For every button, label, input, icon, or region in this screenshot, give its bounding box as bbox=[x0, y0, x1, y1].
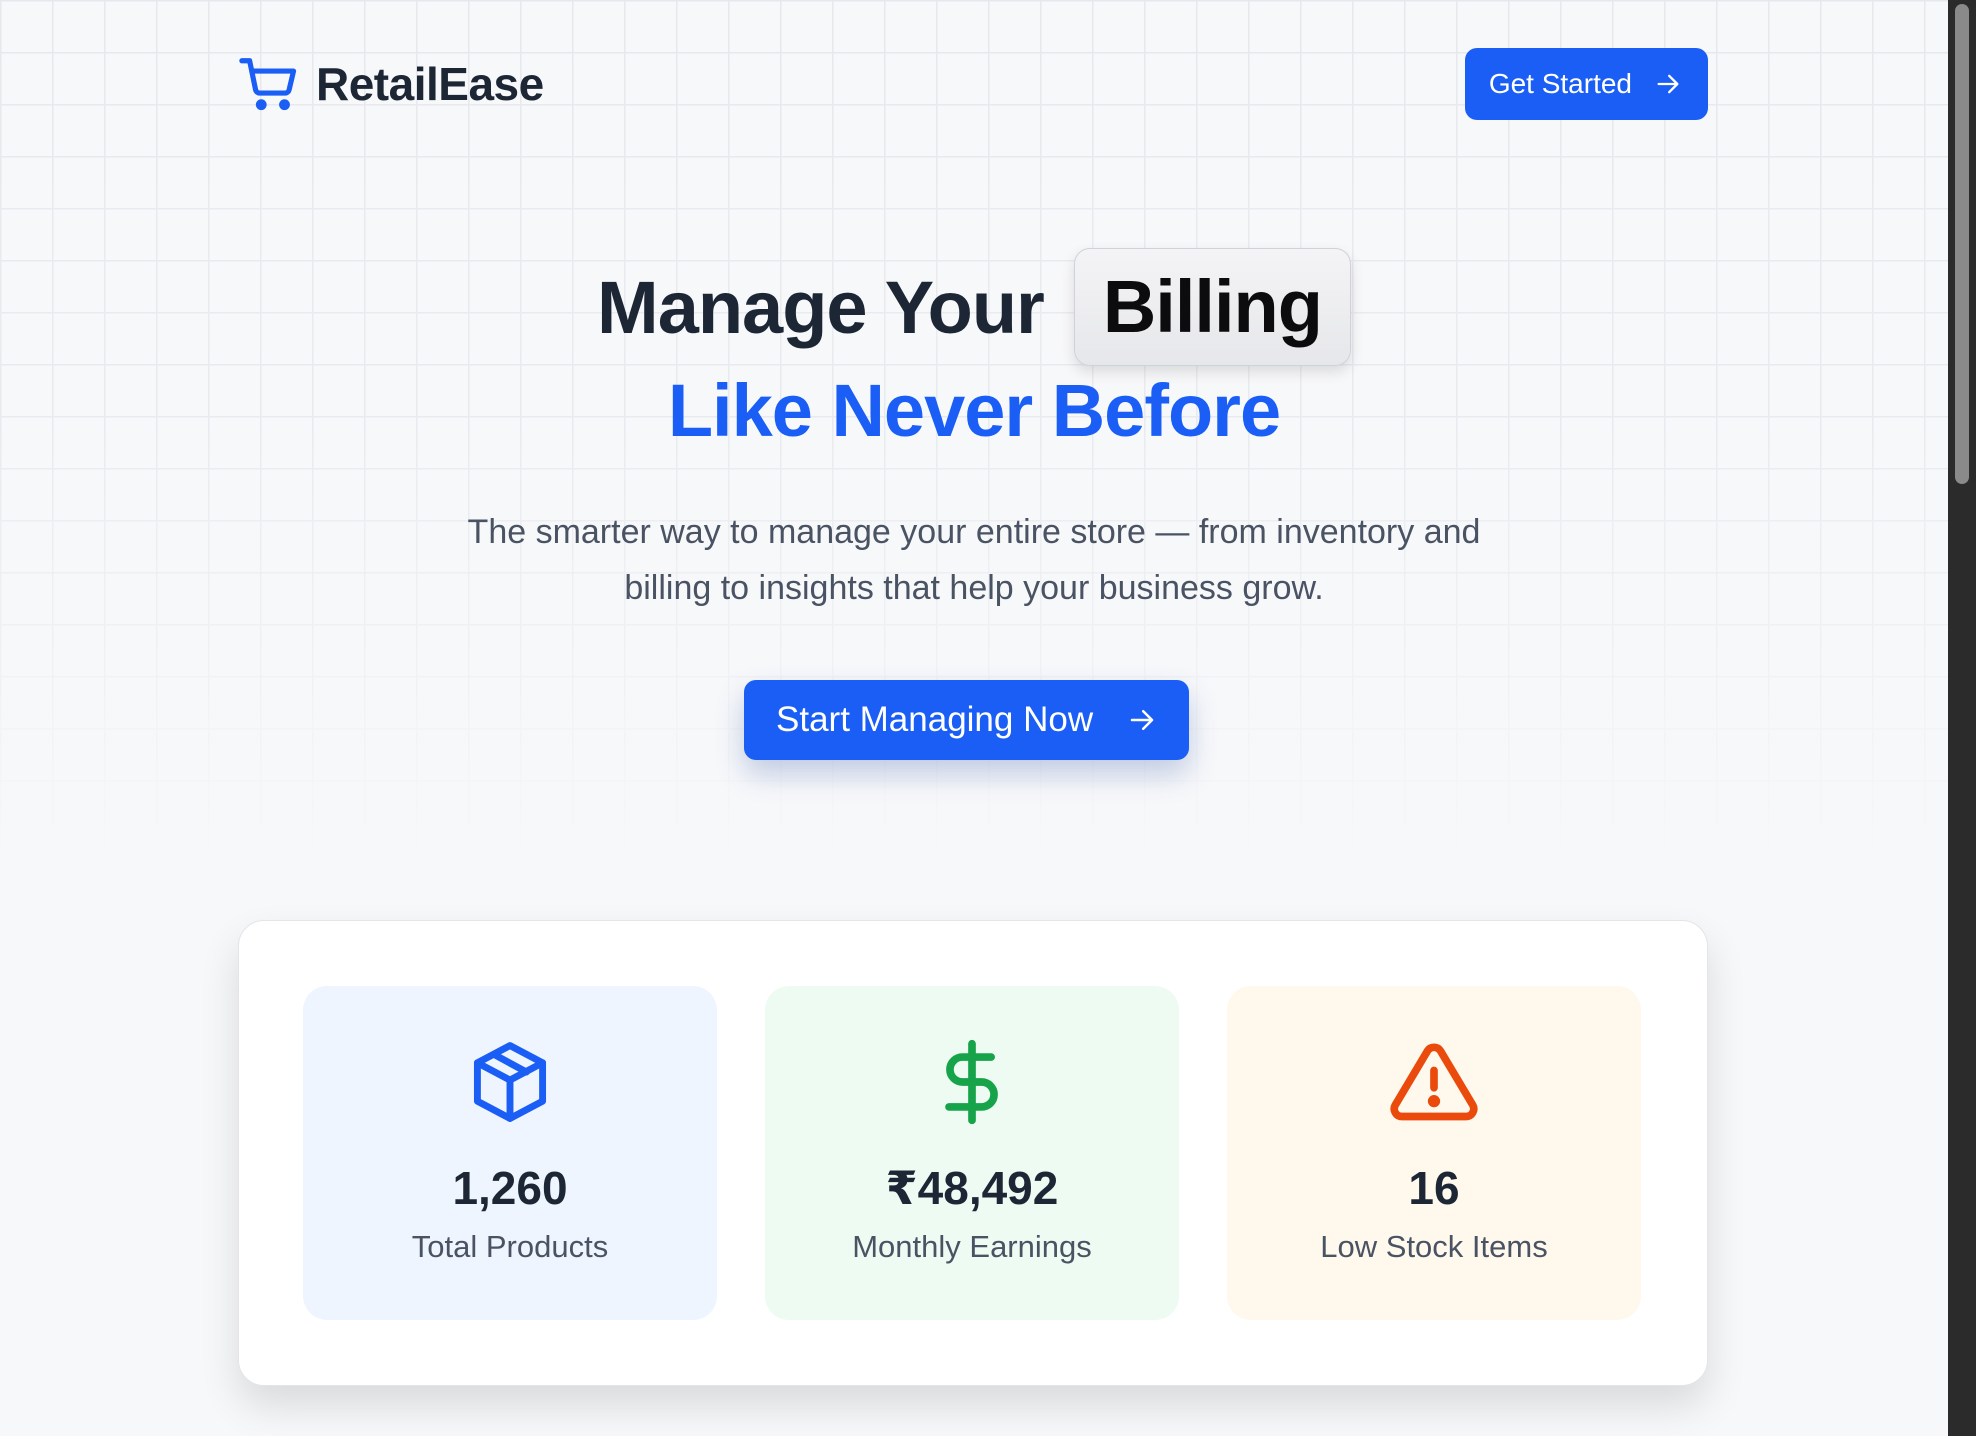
warning-icon bbox=[1390, 1043, 1478, 1121]
get-started-button[interactable]: Get Started bbox=[1464, 48, 1708, 120]
brand-name: RetailEase bbox=[316, 58, 544, 110]
stat-label: Monthly Earnings bbox=[852, 1229, 1092, 1264]
arrow-right-icon bbox=[1657, 74, 1679, 94]
get-started-label: Get Started bbox=[1488, 68, 1632, 99]
dollar-icon bbox=[945, 1039, 998, 1125]
top-nav: RetailEase Get Started bbox=[238, 48, 1708, 120]
arrow-right-icon bbox=[1130, 710, 1154, 730]
vertical-scrollbar[interactable] bbox=[1948, 0, 1976, 1436]
box-icon bbox=[473, 1042, 547, 1122]
stat-value: 16 bbox=[1408, 1162, 1460, 1214]
stat-low-stock: 16 Low Stock Items bbox=[1227, 986, 1641, 1320]
shopping-cart-icon bbox=[239, 58, 297, 111]
stat-total-products: 1,260 Total Products bbox=[303, 986, 717, 1320]
landing-page: RetailEase Get Started Manage Your Billi… bbox=[0, 0, 1948, 1436]
hero-title: Manage Your Billing bbox=[0, 248, 1948, 366]
start-managing-button[interactable]: Start Managing Now bbox=[744, 680, 1190, 760]
stats-card: 1,260 Total Products ₹48,492 Monthly Ear… bbox=[238, 920, 1708, 1386]
start-managing-label: Start Managing Now bbox=[776, 700, 1094, 739]
scrollbar-thumb[interactable] bbox=[1955, 4, 1969, 484]
stat-value: 1,260 bbox=[452, 1162, 568, 1214]
stat-label: Total Products bbox=[411, 1229, 609, 1264]
stat-monthly-earnings: ₹48,492 Monthly Earnings bbox=[765, 986, 1179, 1320]
brand-logo[interactable]: RetailEase bbox=[238, 53, 544, 115]
rotating-word-pill: Billing bbox=[1073, 248, 1351, 366]
hero-description: The smarter way to manage your entire st… bbox=[467, 513, 1481, 607]
stat-value: ₹48,492 bbox=[885, 1162, 1059, 1214]
hero-title-prefix: Manage Your bbox=[597, 265, 1045, 349]
stat-label: Low Stock Items bbox=[1320, 1229, 1548, 1264]
hero-title-highlight: Like Never Before bbox=[667, 369, 1281, 452]
